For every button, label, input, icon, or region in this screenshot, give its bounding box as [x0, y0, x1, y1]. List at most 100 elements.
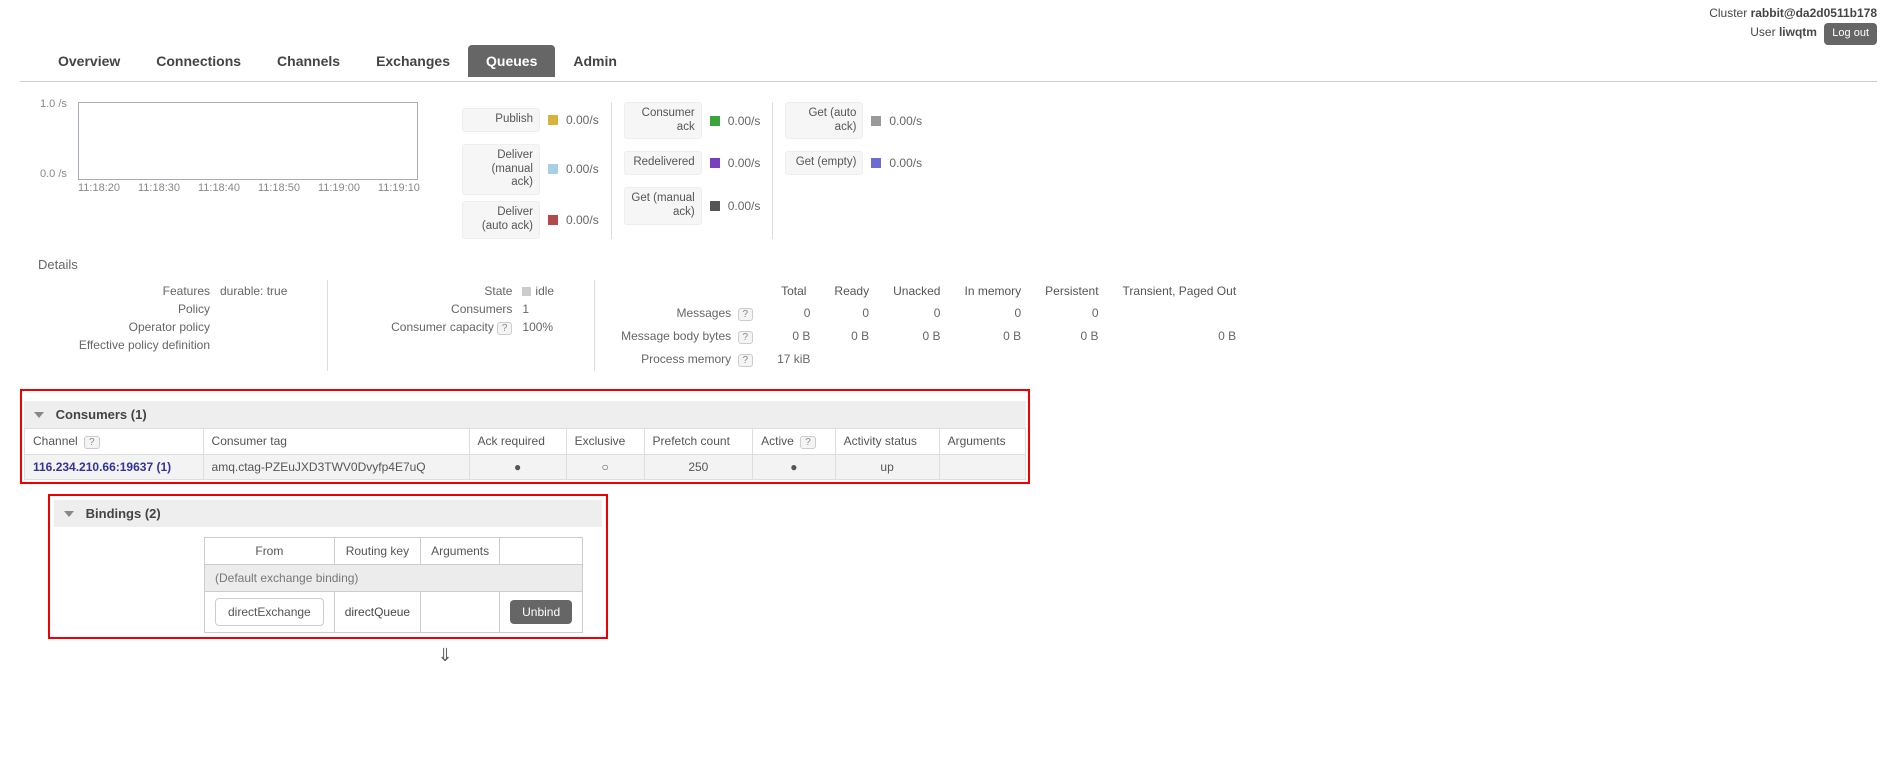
active-cell: ● — [753, 454, 835, 479]
tab-overview[interactable]: Overview — [40, 45, 138, 77]
details-block: Features durable: true Policy Operator p… — [40, 280, 1877, 371]
msg-cell — [952, 348, 1033, 371]
msg-col-header: In memory — [952, 280, 1033, 302]
chart-x-tick: 11:18:40 — [198, 182, 240, 194]
chart-x-tick: 11:18:50 — [258, 182, 300, 194]
help-icon[interactable]: ? — [738, 331, 754, 344]
rate-value: 0.00/s — [728, 199, 761, 213]
consumers-label: Consumers — [342, 302, 512, 316]
consumer-tag-cell: amq.ctag-PZEuJXD3TWV0Dvyfp4E7uQ — [203, 454, 469, 479]
bindings-col-header: Routing key — [334, 537, 420, 564]
rate-item: Deliver (auto ack)0.00/s — [462, 201, 599, 239]
tab-admin[interactable]: Admin — [555, 45, 635, 77]
cluster-line: Cluster rabbit@da2d0511b178 — [20, 4, 1877, 23]
default-binding-row: (Default exchange binding) — [205, 564, 583, 591]
rate-item: Get (empty)0.00/s — [785, 145, 922, 181]
unbind-button[interactable]: Unbind — [510, 600, 572, 624]
help-icon[interactable]: ? — [84, 436, 100, 449]
consumers-col-header: Arguments — [939, 428, 1025, 454]
rate-item: Redelivered0.00/s — [624, 145, 761, 181]
messages-table: TotalReadyUnackedIn memoryPersistentTran… — [609, 280, 1248, 371]
rate-label: Get (empty) — [785, 151, 863, 175]
policy-label: Policy — [40, 302, 210, 316]
msg-cell — [1111, 348, 1249, 371]
consumer-channel-cell: 116.234.210.66:19637 (1) — [25, 454, 204, 479]
rate-column: Get (auto ack)0.00/sGet (empty)0.00/s — [772, 102, 934, 239]
rate-item: Get (manual ack)0.00/s — [624, 187, 761, 225]
features-value: durable: true — [220, 284, 287, 298]
bindings-col-header: Arguments — [421, 537, 500, 564]
color-swatch-icon — [548, 115, 558, 125]
bindings-title: Bindings (2) — [86, 506, 161, 521]
binding-from-link[interactable]: directExchange — [215, 598, 324, 626]
msg-cell: 0 B — [1111, 325, 1249, 348]
rate-value: 0.00/s — [889, 114, 922, 128]
msg-cell: 0 — [1033, 302, 1110, 325]
chart-x-tick: 11:18:30 — [138, 182, 180, 194]
tab-channels[interactable]: Channels — [259, 45, 358, 77]
msg-col-header: Transient, Paged Out — [1111, 280, 1249, 302]
collapse-triangle-icon — [34, 412, 44, 418]
color-swatch-icon — [871, 116, 881, 126]
consumers-table: Channel ?Consumer tagAck requiredExclusi… — [24, 428, 1026, 480]
tab-queues[interactable]: Queues — [468, 45, 555, 77]
rate-label: Deliver (manual ack) — [462, 144, 540, 195]
capacity-label: Consumer capacity? — [342, 320, 512, 335]
consumers-section-header[interactable]: Consumers (1) — [24, 401, 1026, 428]
msg-row-label: Message body bytes ? — [609, 325, 765, 348]
tab-connections[interactable]: Connections — [138, 45, 259, 77]
bindings-section-header[interactable]: Bindings (2) — [54, 500, 602, 527]
consumers-col-header: Ack required — [469, 428, 566, 454]
message-rates-row: 1.0 /s 0.0 /s 11:18:2011:18:3011:18:4011… — [20, 82, 1877, 249]
tab-exchanges[interactable]: Exchanges — [358, 45, 468, 77]
cluster-label: Cluster — [1709, 6, 1747, 20]
rate-item: Deliver (manual ack)0.00/s — [462, 144, 599, 195]
status-cell: up — [835, 454, 939, 479]
msg-cell: 0 — [822, 302, 881, 325]
bindings-col-header — [500, 537, 583, 564]
details-col-left: Features durable: true Policy Operator p… — [40, 280, 287, 371]
help-icon[interactable]: ? — [738, 354, 754, 367]
rate-item: Consumer ack 0.00/s — [624, 102, 761, 140]
unbind-cell: Unbind — [500, 591, 583, 632]
msg-col-header: Ready — [822, 280, 881, 302]
chart-x-tick: 11:18:20 — [78, 182, 120, 194]
logout-button[interactable]: Log out — [1824, 23, 1877, 45]
rate-column: Consumer ack0.00/sRedelivered0.00/sGet (… — [611, 102, 773, 239]
color-swatch-icon — [710, 201, 720, 211]
binding-from-cell: directExchange — [205, 591, 335, 632]
details-heading: Details — [38, 257, 1877, 272]
consumers-col-header: Activity status — [835, 428, 939, 454]
collapse-triangle-icon — [64, 511, 74, 517]
consumers-title: Consumers (1) — [56, 407, 147, 422]
channel-link[interactable]: 116.234.210.66:19637 (1) — [33, 460, 171, 474]
rate-label: Publish — [462, 108, 540, 132]
rate-label: Redelivered — [624, 151, 702, 175]
bindings-down-arrow-icon: ⇓ — [170, 645, 720, 666]
user-name: liwqtm — [1779, 25, 1817, 39]
operator-policy-label: Operator policy — [40, 320, 210, 334]
color-swatch-icon — [710, 158, 720, 168]
help-icon[interactable]: ? — [738, 308, 754, 321]
help-icon[interactable]: ? — [800, 436, 816, 449]
msg-cell: 0 — [952, 302, 1033, 325]
msg-col-header: Persistent — [1033, 280, 1110, 302]
state-label: State — [342, 284, 512, 298]
help-icon[interactable]: ? — [497, 322, 513, 335]
effective-policy-label: Effective policy definition — [40, 338, 210, 352]
msg-cell: 0 B — [952, 325, 1033, 348]
args-cell — [939, 454, 1025, 479]
rate-label: Consumer ack — [624, 102, 702, 140]
rate-item: Publish0.00/s — [462, 102, 599, 138]
bindings-col-header: From — [205, 537, 335, 564]
msg-cell: 17 kiB — [765, 348, 822, 371]
state-value: idle — [522, 284, 554, 298]
rate-value: 0.00/s — [728, 114, 761, 128]
chart-x-axis: 11:18:2011:18:3011:18:4011:18:5011:19:00… — [78, 182, 420, 194]
capacity-value: 100% — [522, 320, 553, 334]
chart-y-top: 1.0 /s — [40, 98, 67, 110]
details-col-mid: State idle Consumers1 Consumer capacity?… — [327, 280, 554, 371]
rate-value: 0.00/s — [566, 213, 599, 227]
rate-legend-group: Publish0.00/sDeliver (manual ack)0.00/sD… — [450, 102, 934, 239]
msg-cell: 0 B — [1033, 325, 1110, 348]
